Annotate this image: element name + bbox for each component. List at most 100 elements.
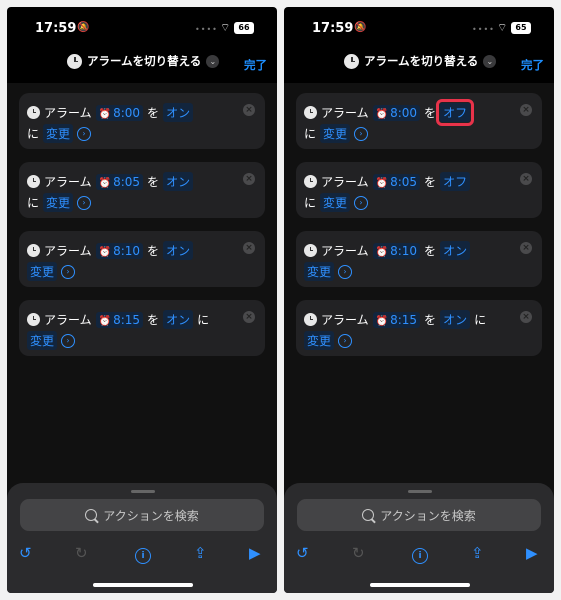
left-screen: 17:59 🔕 •••• ⌔ 66 アラームを切り替える ⌄ 完了 アラーム ⏰… [7,7,277,593]
done-button[interactable]: 完了 [244,57,267,73]
undo-icon[interactable]: ↺ [296,544,309,562]
clock-icon [27,313,40,326]
wifi-icon: ⌔ [497,21,508,34]
search-input[interactable]: アクションを検索 [297,499,541,531]
signal-icon: •••• [195,25,218,34]
arrow-circle-icon[interactable]: › [77,195,92,210]
operation-token[interactable]: 変更 [27,262,58,281]
alarm-time: 8:15 [390,312,418,327]
action-card: アラーム ⏰ 8:05 を オン に 変更 › × [19,162,265,218]
alarm-time-token[interactable]: ⏰ 8:10 [95,242,144,259]
close-icon[interactable]: × [243,173,255,185]
shortcut-title-menu[interactable]: アラームを切り替える ⌄ [344,53,497,69]
status-bar: 17:59 🔕 •••• ⌔ 65 [284,21,554,41]
nav-bar: アラームを切り替える ⌄ 完了 [284,53,554,75]
alarm-time-token[interactable]: ⏰ 8:05 [95,173,144,190]
particle-ni: に [197,313,210,327]
state-token[interactable]: オン [163,310,194,329]
alarm-time: 8:00 [113,105,141,120]
action-tray: アクションを検索 ↺ ↻ i ⇪ ▶ [7,483,277,593]
play-icon[interactable]: ▶ [526,544,538,562]
undo-icon[interactable]: ↺ [19,544,32,562]
action-card: アラーム ⏰ 8:10 を オン 変更 › × [19,231,265,287]
action-card: アラーム ⏰ 8:00 を オフ に 変更 › × [296,93,542,149]
search-placeholder: アクションを検索 [380,508,476,523]
operation-token[interactable]: 変更 [304,331,335,350]
action-label: アラーム [321,106,369,120]
close-icon[interactable]: × [520,242,532,254]
particle-wo: を [424,244,437,258]
arrow-circle-icon[interactable]: › [77,126,92,141]
silent-bell-icon: 🔕 [77,22,90,33]
clock-icon [27,106,40,119]
search-placeholder: アクションを検索 [103,508,199,523]
action-list: アラーム ⏰ 8:00 を オフ に 変更 › × アラーム ⏰ 8:05 を オフ… [284,83,554,503]
arrow-circle-icon[interactable]: › [338,264,353,279]
close-icon[interactable]: × [520,104,532,116]
close-icon[interactable]: × [520,311,532,323]
arrow-circle-icon[interactable]: › [354,195,369,210]
state-token-highlighted[interactable]: オフ [436,99,475,126]
status-bar: 17:59 🔕 •••• ⌔ 66 [7,21,277,41]
state-token[interactable]: オフ [440,172,471,191]
particle-wo: を [147,244,160,258]
state-token[interactable]: オン [440,310,471,329]
close-icon[interactable]: × [243,242,255,254]
alarm-time-token[interactable]: ⏰ 8:10 [372,242,421,259]
play-icon[interactable]: ▶ [249,544,261,562]
share-icon[interactable]: ⇪ [194,544,207,562]
action-label: アラーム [321,313,369,327]
state-token[interactable]: オン [163,172,194,191]
particle-wo: を [424,175,437,189]
operation-token[interactable]: 変更 [320,124,351,143]
operation-token[interactable]: 変更 [320,193,351,212]
state-token[interactable]: オン [163,241,194,260]
page-title: アラームを切り替える [87,54,202,68]
operation-token[interactable]: 変更 [43,193,74,212]
alarm-time-token[interactable]: ⏰ 8:15 [372,311,421,328]
search-icon [85,509,98,521]
operation-token[interactable]: 変更 [43,124,74,143]
arrow-circle-icon[interactable]: › [338,333,353,348]
done-button[interactable]: 完了 [521,57,544,73]
drag-handle[interactable] [408,490,432,493]
particle-ni: に [304,127,317,141]
redo-icon[interactable]: ↻ [352,544,365,562]
operation-token[interactable]: 変更 [27,331,58,350]
alarm-time-token[interactable]: ⏰ 8:05 [372,173,421,190]
clock-icon [67,53,82,69]
operation-token[interactable]: 変更 [304,262,335,281]
alarm-time: 8:05 [113,174,141,189]
action-card: アラーム ⏰ 8:10 を オン 変更 › × [296,231,542,287]
arrow-circle-icon[interactable]: › [354,126,369,141]
shortcut-title-menu[interactable]: アラームを切り替える ⌄ [67,53,220,69]
close-icon[interactable]: × [520,173,532,185]
wifi-icon: ⌔ [220,21,231,34]
action-card: アラーム ⏰ 8:15 を オン に 変更 › × [296,300,542,356]
search-input[interactable]: アクションを検索 [20,499,264,531]
search-icon [362,509,375,521]
particle-ni: に [304,196,317,210]
share-icon[interactable]: ⇪ [471,544,484,562]
alarm-time-token[interactable]: ⏰ 8:00 [372,104,421,121]
clock-icon [304,175,317,188]
state-token[interactable]: オン [440,241,471,260]
home-indicator [370,583,470,587]
alarm-time-token[interactable]: ⏰ 8:15 [95,311,144,328]
drag-handle[interactable] [131,490,155,493]
clock-icon [344,53,359,69]
arrow-circle-icon[interactable]: › [61,264,76,279]
redo-icon[interactable]: ↻ [75,544,88,562]
bottom-toolbar: ↺ ↻ i ⇪ ▶ [7,544,277,566]
state-token[interactable]: オン [163,103,194,122]
info-button[interactable]: i [135,544,151,564]
particle-wo: を [147,313,160,327]
info-button[interactable]: i [412,544,428,564]
close-icon[interactable]: × [243,104,255,116]
chevron-down-icon[interactable]: ⌄ [206,54,220,68]
chevron-down-icon[interactable]: ⌄ [483,54,497,68]
arrow-circle-icon[interactable]: › [61,333,76,348]
close-icon[interactable]: × [243,311,255,323]
alarm-time-token[interactable]: ⏰ 8:00 [95,104,144,121]
alarm-time: 8:10 [113,243,141,258]
